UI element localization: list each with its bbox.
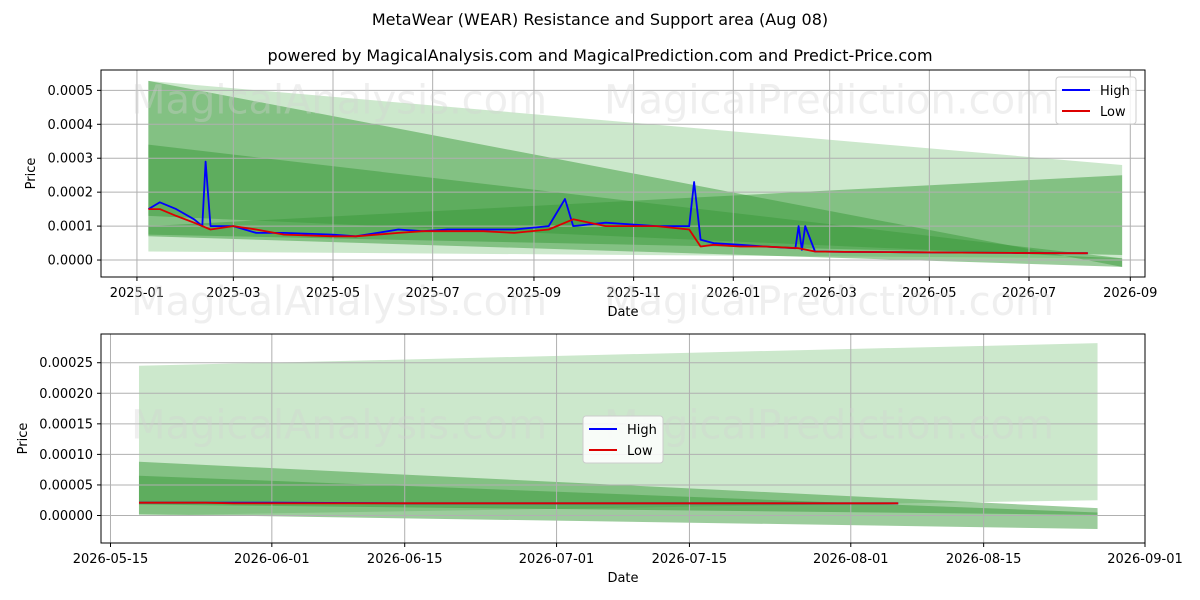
x-tick-label: 2026-07-01 bbox=[519, 552, 595, 567]
y-tick-label: 0.0001 bbox=[48, 220, 94, 235]
x-tick-label: 2026-06-01 bbox=[234, 552, 310, 567]
x-tick-label: 2026-06-15 bbox=[367, 552, 443, 567]
y-tick-label: 0.0003 bbox=[48, 152, 94, 167]
x-tick-label: 2026-05-15 bbox=[73, 552, 149, 567]
legend-label-low: Low bbox=[1100, 105, 1126, 120]
watermark-left: MagicalAnalysis.com bbox=[131, 403, 547, 449]
x-tick-label: 2026-09 bbox=[1103, 286, 1157, 301]
y-tick-label: 0.0004 bbox=[48, 118, 94, 133]
watermark-right: MagicalPrediction.com bbox=[604, 78, 1054, 124]
y-tick-label: 0.00000 bbox=[39, 509, 93, 524]
y-tick-label: 0.00005 bbox=[39, 478, 93, 493]
legend-label-low: Low bbox=[627, 444, 653, 459]
y-tick-label: 0.00015 bbox=[39, 417, 93, 432]
legend: High Low bbox=[1055, 76, 1137, 125]
chart-panel-1: 2025-01 2025-03 2025-05 2025-07 2025-09 2025-… bbox=[24, 69, 1157, 325]
chart-panel-2: 2026-05-15 2026-06-01 2026-06-15 2026-07-01… bbox=[16, 333, 1183, 586]
watermark-left-lower: MagicalAnalysis.com bbox=[131, 279, 547, 325]
x-axis-label: Date bbox=[607, 305, 638, 320]
legend: High Low bbox=[582, 415, 664, 464]
y-tick-label: 0.00010 bbox=[39, 448, 93, 463]
y-axis-label: Price bbox=[16, 423, 31, 455]
legend-label-high: High bbox=[627, 423, 657, 438]
chart-canvas: 2025-01 2025-03 2025-05 2025-07 2025-09 2025-… bbox=[16, 69, 1183, 586]
watermark-left: MagicalAnalysis.com bbox=[131, 78, 547, 124]
y-axis-label: Price bbox=[24, 158, 39, 190]
y-tick-label: 0.0002 bbox=[48, 186, 94, 201]
y-tick-label: 0.00020 bbox=[39, 387, 93, 402]
series-group bbox=[139, 501, 899, 505]
x-tick-label: 2026-09-01 bbox=[1107, 552, 1183, 567]
watermark-right: MagicalPrediction.com bbox=[604, 403, 1054, 449]
y-tick-label: 0.0005 bbox=[48, 84, 94, 99]
y-tick-label: 0.0000 bbox=[48, 254, 94, 269]
y-tick-label: 0.00025 bbox=[39, 356, 93, 371]
watermark-right-lower: MagicalPrediction.com bbox=[604, 279, 1054, 325]
x-tick-label: 2026-08-15 bbox=[946, 552, 1022, 567]
x-axis-label: Date bbox=[607, 571, 638, 586]
series-line-low bbox=[139, 501, 899, 505]
x-tick-label: 2026-08-01 bbox=[813, 552, 889, 567]
legend-label-high: High bbox=[1100, 84, 1130, 99]
x-tick-label: 2026-07-15 bbox=[652, 552, 728, 567]
